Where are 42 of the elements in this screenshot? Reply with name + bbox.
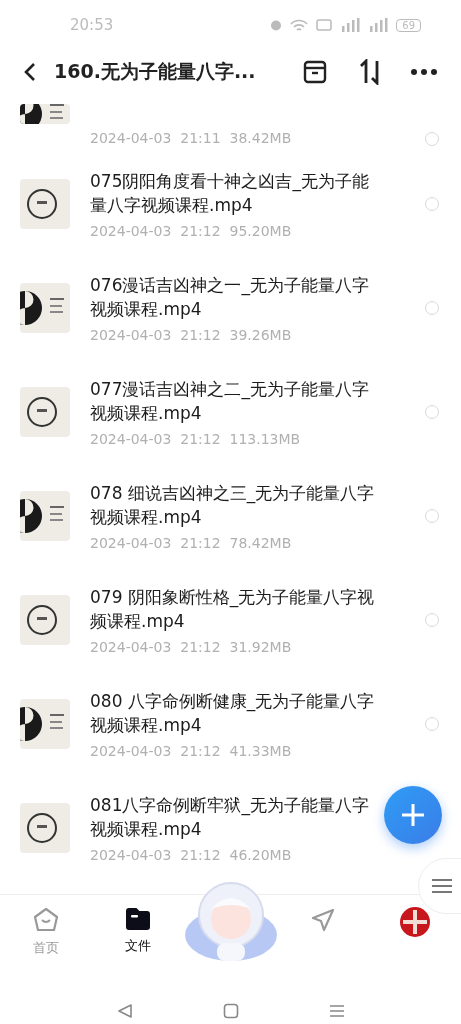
signal-icon <box>340 18 361 32</box>
file-name: 080 八字命例断健康_无为子能量八字视频课程.mp4 <box>90 690 376 737</box>
folder-icon <box>124 907 151 931</box>
wifi-icon <box>290 18 309 32</box>
file-meta: 2024-04-03 21:12 39.26MB <box>90 327 293 343</box>
menu-icon <box>431 878 453 894</box>
file-row[interactable]: 079 阴阳象断性格_无为子能量八字视频课程.mp4 2024-04-03 21:12 31.92MB <box>0 568 461 672</box>
file-row[interactable]: 075阴阳角度看十神之凶吉_无为子能量八字视频课程.mp4 2024-04-03 21:12 95.20MB <box>0 152 461 256</box>
back-icon[interactable] <box>24 62 36 82</box>
more-icon[interactable] <box>411 69 437 75</box>
file-name: 076漫话吉凶神之一_无为子能量八字视频课程.mp4 <box>90 274 370 321</box>
file-meta: 2024-04-03 21:12 95.20MB <box>90 223 293 239</box>
file-name: 081八字命例断牢狱_无为子能量八字视频课程.mp4 <box>90 794 370 841</box>
side-handle[interactable] <box>418 858 461 914</box>
file-row[interactable]: 077漫话吉凶神之二_无为子能量八字视频课程.mp4 2024-04-03 21:12 113.13MB <box>0 360 461 464</box>
signal-icon <box>368 18 389 32</box>
folder-title: 160.无为子能量八字... <box>54 59 257 84</box>
add-button[interactable] <box>384 786 442 844</box>
file-name: 078 细说吉凶神之三_无为子能量八字视频课程.mp4 <box>90 482 376 529</box>
file-row[interactable]: 081八字命例断牢狱_无为子能量八字视频课程.mp4 2024-04-03 21:12 46.20MB <box>0 776 461 880</box>
file-meta: 2024-04-03 21:12 78.42MB <box>90 535 293 551</box>
home-icon <box>32 907 59 933</box>
file-meta: 2024-04-03 21:12 46.20MB <box>90 847 293 863</box>
archive-icon[interactable] <box>303 60 327 84</box>
send-icon <box>310 907 337 933</box>
file-name: 079 阴阳象断性格_无为子能量八字视频课程.mp4 <box>90 586 376 633</box>
home-icon[interactable] <box>222 1002 239 1019</box>
battery-level: 69 <box>396 18 421 32</box>
status-time: 20:53 <box>70 16 114 34</box>
file-row[interactable]: 076漫话吉凶神之一_无为子能量八字视频课程.mp4 2024-04-03 21:12 39.26MB <box>0 256 461 360</box>
file-meta: 2024-04-03 21:11 38.42MB <box>90 130 293 146</box>
menu-icon[interactable] <box>328 1003 345 1018</box>
file-row[interactable]: 080 八字命例断健康_无为子能量八字视频课程.mp4 2024-04-03 21:12 41.33MB <box>0 672 461 776</box>
sort-icon[interactable] <box>357 59 381 85</box>
nav-tab[interactable]: 文件 <box>91 895 184 983</box>
file-meta: 2024-04-03 21:12 41.33MB <box>90 743 293 759</box>
file-meta: 2024-04-03 21:12 113.13MB <box>90 431 302 447</box>
file-meta: 2024-04-03 21:12 31.92MB <box>90 639 293 655</box>
file-row[interactable]: 078 细说吉凶神之三_无为子能量八字视频课程.mp4 2024-04-03 21:12 78.42MB <box>0 464 461 568</box>
file-name: 077漫话吉凶神之二_无为子能量八字视频课程.mp4 <box>90 378 370 425</box>
plus-icon <box>401 803 425 827</box>
file-name: 075阴阳角度看十神之凶吉_无为子能量八字视频课程.mp4 <box>90 170 370 217</box>
